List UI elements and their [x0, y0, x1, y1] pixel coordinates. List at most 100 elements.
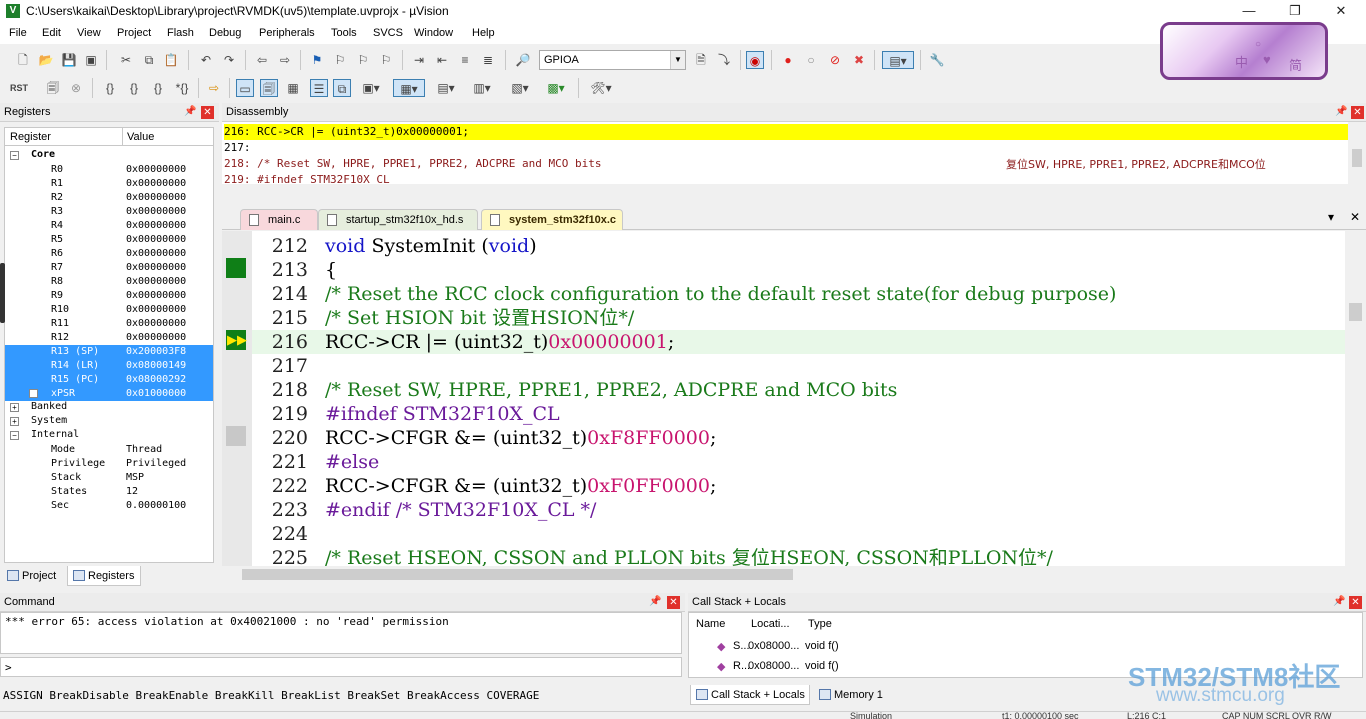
- menu-peripherals[interactable]: Peripherals: [259, 27, 315, 39]
- close-button[interactable]: ✕: [1318, 0, 1364, 24]
- col-type[interactable]: Type: [808, 618, 832, 630]
- register-row[interactable]: R14 (LR) 0x08000149: [5, 359, 213, 373]
- tab-callstack-locals[interactable]: Call Stack + Locals: [690, 685, 810, 705]
- enable-breakpoint-icon[interactable]: ○: [802, 51, 820, 69]
- registers-window-icon[interactable]: ☰: [310, 79, 328, 97]
- register-value[interactable]: 0x00000000: [126, 205, 186, 219]
- code-line[interactable]: 216 RCC->CR |= (uint32_t)0x00000001;: [252, 330, 1345, 354]
- step-over-icon[interactable]: {}: [125, 79, 143, 97]
- disasm-hscroll[interactable]: [222, 184, 1366, 201]
- bookmark-clear-icon[interactable]: ⚐: [377, 51, 395, 69]
- cut-icon[interactable]: ✂: [117, 51, 135, 69]
- comment-icon[interactable]: ≡: [456, 51, 474, 69]
- register-value[interactable]: 0x00000000: [126, 331, 186, 345]
- internal-row[interactable]: States 12: [5, 485, 213, 499]
- close-icon[interactable]: ✕: [1351, 106, 1364, 119]
- code-line[interactable]: 212 void SystemInit (void): [252, 234, 1345, 258]
- stop-icon[interactable]: ⊗: [67, 79, 85, 97]
- code-line[interactable]: 214 /* Reset the RCC clock configuration…: [252, 282, 1345, 306]
- close-icon[interactable]: ✕: [201, 106, 214, 119]
- editor-vscroll[interactable]: [1345, 231, 1366, 566]
- tab-registers[interactable]: Registers: [67, 566, 141, 586]
- trace-windows-icon[interactable]: ▧▾: [506, 79, 534, 97]
- system-viewer-icon[interactable]: ▩▾: [542, 79, 570, 97]
- registers-scroll-indicator[interactable]: [0, 263, 5, 323]
- register-row[interactable]: R6 0x00000000: [5, 247, 213, 261]
- undo-icon[interactable]: ↶: [197, 51, 215, 69]
- save-icon[interactable]: 💾: [60, 51, 78, 69]
- register-row[interactable]: R0 0x00000000: [5, 163, 213, 177]
- code-editor[interactable]: ▶▶ 212 void SystemInit (void) 213 {214 /* R…: [222, 231, 1345, 566]
- register-row[interactable]: R4 0x00000000: [5, 219, 213, 233]
- register-value[interactable]: 0x00000000: [126, 303, 186, 317]
- tab-memory-1[interactable]: Memory 1: [814, 685, 892, 705]
- paste-icon[interactable]: 📋: [162, 51, 180, 69]
- run-icon[interactable]: 🗐: [44, 79, 62, 97]
- system-group[interactable]: System: [31, 415, 67, 426]
- watch-windows-icon[interactable]: ▣▾: [357, 79, 385, 97]
- editor-hscroll[interactable]: [222, 566, 1366, 583]
- tab-main-c[interactable]: main.c: [240, 209, 318, 230]
- maximize-button[interactable]: ❐: [1272, 0, 1318, 24]
- expand-icon[interactable]: +: [10, 417, 19, 426]
- kill-breakpoints-icon[interactable]: ✖: [850, 51, 868, 69]
- serial-windows-icon[interactable]: ▤▾: [432, 79, 460, 97]
- indent-icon[interactable]: ⇥: [410, 51, 428, 69]
- pin-icon[interactable]: 📌: [649, 596, 661, 607]
- register-value[interactable]: 0x00000000: [126, 233, 186, 247]
- nav-forward-icon[interactable]: ⇨: [276, 51, 294, 69]
- code-line[interactable]: 222 RCC->CFGR &= (uint32_t)0xF0FF0000;: [252, 474, 1345, 498]
- register-value[interactable]: 0x00000000: [126, 247, 186, 261]
- code-line[interactable]: 215 /* Set HSION bit 设置HSION位*/: [252, 306, 1345, 330]
- register-row[interactable]: R15 (PC) 0x08000292: [5, 373, 213, 387]
- expand-icon[interactable]: +: [10, 403, 19, 412]
- code-line[interactable]: 223 #endif /* STM32F10X_CL */: [252, 498, 1345, 522]
- register-value[interactable]: 0x00000000: [126, 219, 186, 233]
- col-name[interactable]: Name: [696, 618, 725, 630]
- nav-back-icon[interactable]: ⇦: [253, 51, 271, 69]
- new-file-icon[interactable]: 🗋: [14, 51, 32, 69]
- configure-icon[interactable]: 🔧: [928, 51, 946, 69]
- internal-row[interactable]: Stack MSP: [5, 471, 213, 485]
- copy-icon[interactable]: ⧉: [140, 51, 158, 69]
- run-to-cursor-icon[interactable]: *{}: [173, 79, 191, 97]
- bookmark-prev-icon[interactable]: ⚐: [331, 51, 349, 69]
- disasm-vscroll[interactable]: [1348, 122, 1366, 184]
- incremental-find-icon[interactable]: ⤵: [715, 51, 733, 69]
- open-file-icon[interactable]: 📂: [37, 51, 55, 69]
- table-row[interactable]: ◆ S... 0x08000... void f(): [689, 638, 889, 656]
- register-value[interactable]: 0x00000000: [126, 317, 186, 331]
- menu-file[interactable]: File: [9, 27, 27, 39]
- register-row[interactable]: R9 0x00000000: [5, 289, 213, 303]
- code-line[interactable]: 218 /* Reset SW, HPRE, PPRE1, PPRE2, ADC…: [252, 378, 1345, 402]
- window-layout-icon[interactable]: ▤▾: [882, 51, 914, 69]
- chevron-down-icon[interactable]: ▼: [670, 51, 685, 69]
- command-input[interactable]: >: [0, 657, 682, 677]
- table-row[interactable]: ◆ R... 0x08000... void f(): [689, 658, 889, 676]
- collapse-icon[interactable]: −: [10, 431, 19, 440]
- code-line[interactable]: 213 {: [252, 258, 1345, 282]
- menu-help[interactable]: Help: [472, 27, 495, 39]
- register-row[interactable]: xPSR 0x01000000 +: [5, 387, 213, 401]
- tab-project[interactable]: Project: [2, 566, 64, 586]
- breakpoint-gutter[interactable]: [222, 231, 252, 566]
- register-value[interactable]: 0x00000000: [126, 163, 186, 177]
- close-icon[interactable]: ✕: [667, 596, 680, 609]
- col-register[interactable]: Register: [10, 131, 51, 143]
- register-row[interactable]: R8 0x00000000: [5, 275, 213, 289]
- banked-group[interactable]: Banked: [31, 401, 67, 412]
- internal-group[interactable]: Internal: [31, 429, 79, 440]
- find-icon[interactable]: 🗎: [692, 51, 710, 69]
- menu-flash[interactable]: Flash: [167, 27, 194, 39]
- disasm-line-current[interactable]: 216: RCC->CR |= (uint32_t)0x00000001;: [224, 124, 1348, 140]
- register-row[interactable]: R3 0x00000000: [5, 205, 213, 219]
- command-window-icon[interactable]: ▭: [236, 79, 254, 97]
- menu-tools[interactable]: Tools: [331, 27, 357, 39]
- register-value[interactable]: 0x00000000: [126, 275, 186, 289]
- code-line[interactable]: 217: [252, 354, 1345, 378]
- col-value[interactable]: Value: [122, 128, 154, 146]
- pin-icon[interactable]: 📌: [1335, 106, 1347, 117]
- target-select[interactable]: GPIOA ▼: [539, 50, 686, 70]
- register-row[interactable]: R5 0x00000000: [5, 233, 213, 247]
- insert-breakpoint-icon[interactable]: ●: [779, 51, 797, 69]
